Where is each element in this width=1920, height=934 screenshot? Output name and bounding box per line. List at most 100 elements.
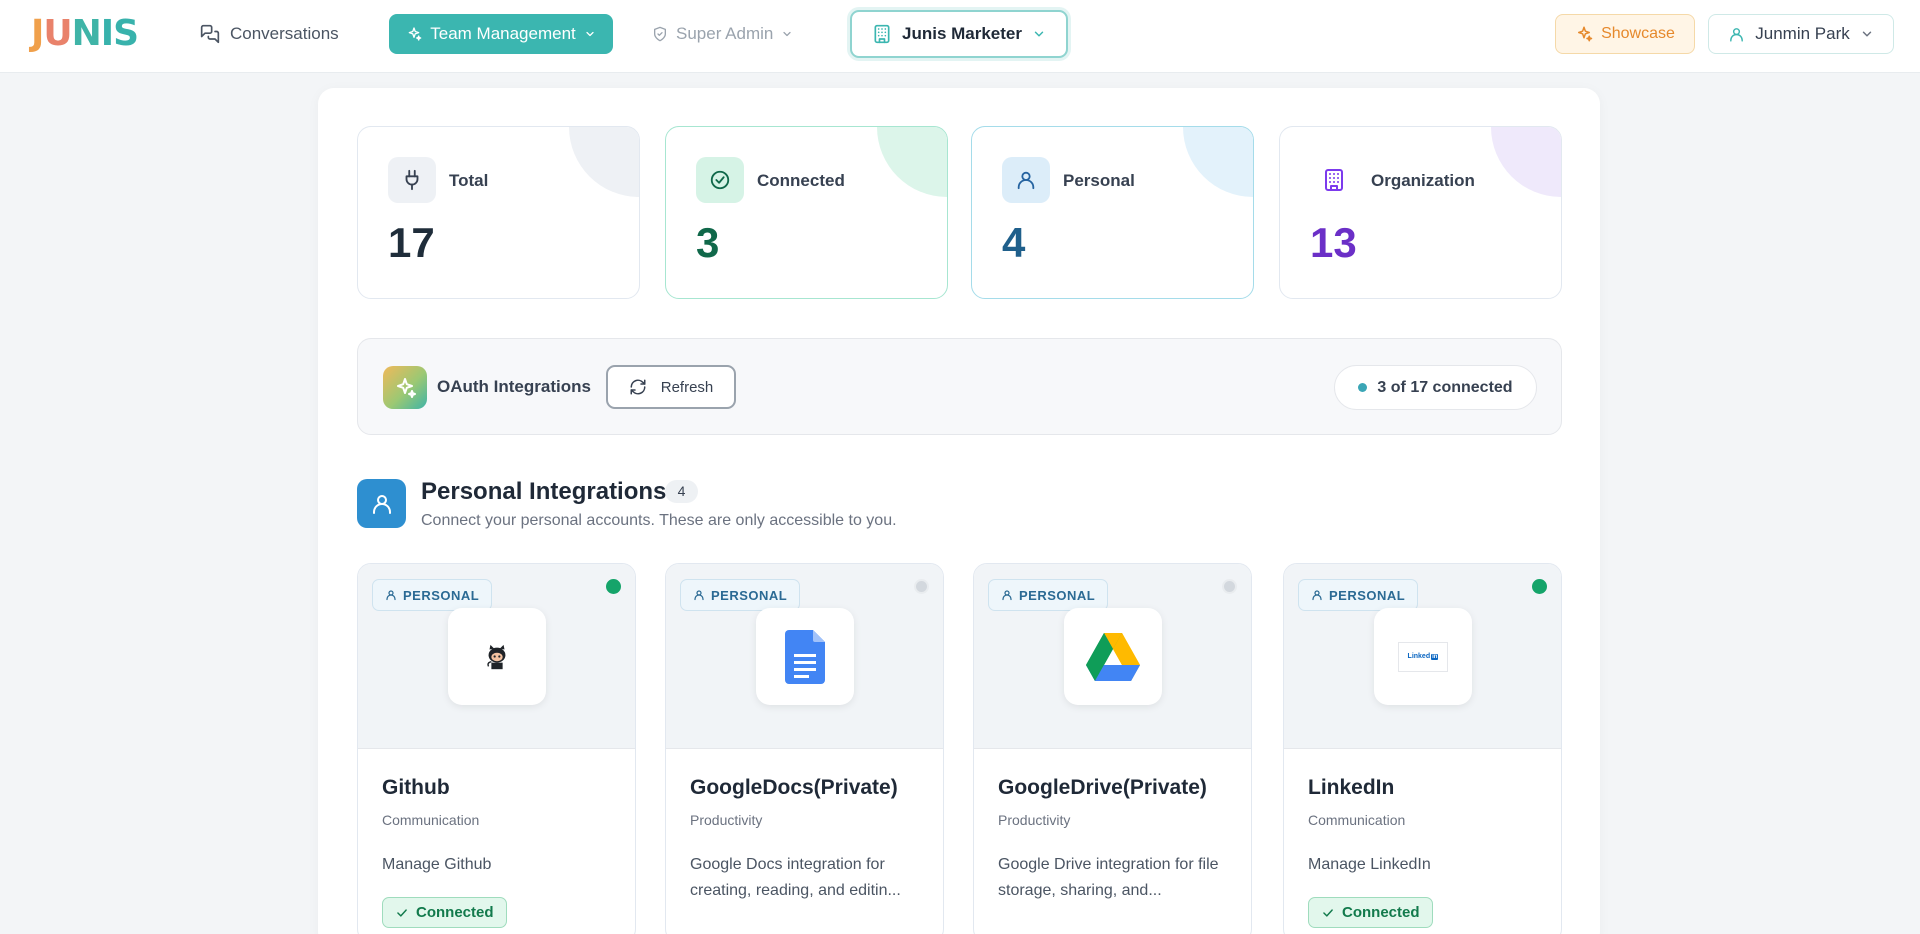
chat-bubbles-icon [200,24,220,44]
user-icon [357,479,406,528]
integration-description: Google Drive integration for file storag… [998,856,1219,899]
integration-card-linkedin[interactable]: PERSONAL Linked in LinkedIn Communicatio… [1283,563,1562,934]
section-title: Personal Integrations [421,478,667,505]
linkedin-logo-text: Linked [1407,653,1431,660]
chevron-down-icon [781,28,793,40]
github-icon [448,608,546,705]
badge-label: PERSONAL [403,587,480,603]
decorative-corner [1183,127,1253,197]
check-circle-icon [696,157,744,203]
google-docs-icon [756,608,854,705]
personal-badge: PERSONAL [680,579,801,611]
nav-super-admin-label: Super Admin [676,24,774,43]
organization-name: Junis Marketer [902,24,1022,43]
decorative-corner [877,127,947,197]
check-icon [395,906,409,920]
integration-name: Github [382,776,450,799]
card-header: PERSONAL [358,564,635,749]
user-icon [1002,157,1050,203]
sparkles-icon [383,366,427,409]
status-dot [1358,383,1368,392]
section-subtitle: Connect your personal accounts. These ar… [421,512,897,529]
integration-card-googledrive[interactable]: PERSONAL GoogleDrive(Private) Productivi… [973,563,1252,934]
chevron-down-icon [1860,27,1874,41]
nav-conversations-label: Conversations [230,24,339,43]
junis-logo[interactable]: JUNIS [31,16,139,52]
integration-card-github[interactable]: PERSONAL Github Communication Manage Git… [357,563,636,934]
connected-status-badge: Connected [382,897,507,928]
integration-category: Productivity [690,812,763,828]
chevron-down-icon [1032,27,1046,41]
nav-team-management[interactable]: Team Management [389,14,613,54]
stat-card-connected: Connected 3 [665,126,948,299]
user-icon [693,589,705,601]
user-name: Junmin Park [1755,24,1850,43]
user-icon [385,589,397,601]
refresh-icon [629,378,647,396]
oauth-title: OAuth Integrations [437,377,591,396]
stat-value: 17 [388,219,435,266]
decorative-corner [1491,127,1561,197]
integration-category: Productivity [998,812,1071,828]
stat-value: 13 [1310,219,1357,266]
building-icon [1310,157,1358,203]
integration-card-googledocs[interactable]: PERSONAL GoogleDocs(Private) Productivit… [665,563,944,934]
integration-name: LinkedIn [1308,776,1395,799]
integration-name: GoogleDocs(Private) [690,776,898,799]
showcase-button[interactable]: Showcase [1555,14,1695,54]
badge-label: PERSONAL [1329,587,1406,603]
check-icon [1321,906,1335,920]
decorative-corner [569,127,639,197]
oauth-integrations-bar: OAuth Integrations Refresh 3 of 17 conne… [357,338,1562,435]
personal-badge: PERSONAL [1298,579,1419,611]
badge-label: PERSONAL [711,587,788,603]
showcase-label: Showcase [1601,25,1675,42]
card-header: PERSONAL Linked in [1284,564,1561,749]
badge-label: PERSONAL [1019,587,1096,603]
connected-status-badge: Connected [1308,897,1433,928]
connection-summary-text: 3 of 17 connected [1377,378,1513,396]
integration-name: GoogleDrive(Private) [998,776,1207,799]
integration-category: Communication [382,812,480,828]
google-drive-icon [1064,608,1162,705]
personal-badge: PERSONAL [988,579,1109,611]
stat-card-total: Total 17 [357,126,640,299]
user-icon [1001,589,1013,601]
personal-badge: PERSONAL [372,579,493,611]
top-navigation-bar: JUNIS Conversations Team Management Supe… [0,0,1920,73]
refresh-button[interactable]: Refresh [606,365,736,409]
user-icon [1728,26,1745,43]
user-icon [1311,589,1323,601]
sparkles-icon [1575,25,1593,43]
stat-card-organization: Organization 13 [1279,126,1562,299]
stat-card-personal: Personal 4 [971,126,1254,299]
card-header: PERSONAL [666,564,943,749]
connection-status-dot [1222,579,1237,594]
stat-value: 3 [696,219,720,266]
connected-label: Connected [416,904,494,921]
nav-conversations[interactable]: Conversations [200,14,339,54]
stat-label: Total [449,171,489,190]
connection-summary: 3 of 17 connected [1334,365,1537,410]
section-count-badge: 4 [665,480,698,503]
linkedin-icon: Linked in [1374,608,1472,705]
connection-status-dot [606,579,621,594]
stat-label: Personal [1063,171,1135,190]
nav-super-admin[interactable]: Super Admin [652,14,793,54]
refresh-label: Refresh [660,378,714,396]
plug-icon [388,157,436,203]
linkedin-in-mark: in [1431,653,1439,660]
building-icon [872,24,892,44]
chevron-down-icon [584,28,596,40]
integration-category: Communication [1308,812,1406,828]
integration-description: Google Docs integration for creating, re… [690,856,901,899]
stat-label: Connected [757,171,845,190]
organization-selector[interactable]: Junis Marketer [850,10,1068,58]
shield-icon [652,26,668,42]
connected-label: Connected [1342,904,1420,921]
user-menu-button[interactable]: Junmin Park [1708,14,1894,54]
nav-team-management-label: Team Management [430,24,576,43]
stat-label: Organization [1371,171,1475,190]
connection-status-dot [914,579,929,594]
connection-status-dot [1532,579,1547,594]
